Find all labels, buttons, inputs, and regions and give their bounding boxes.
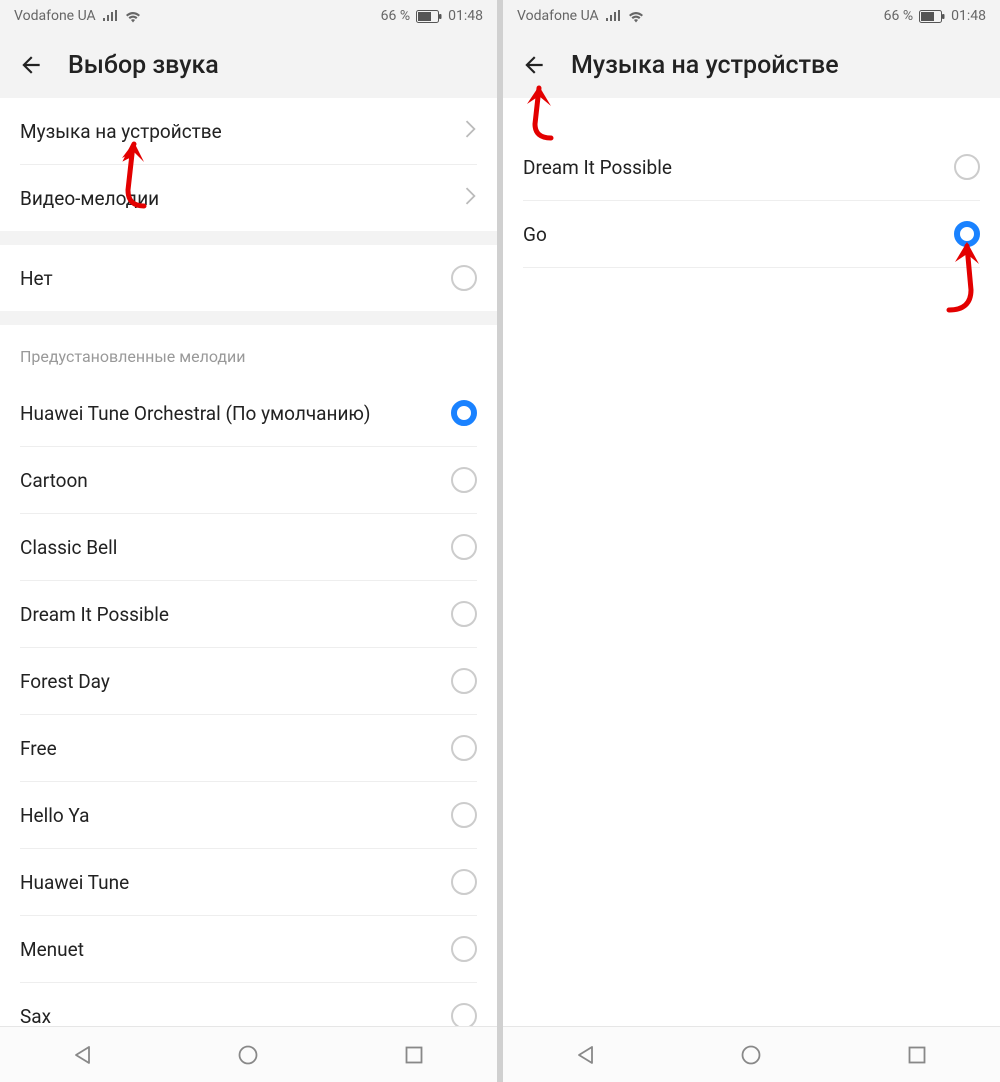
signal-icon: [605, 10, 621, 22]
ringtone-option[interactable]: Menuet: [0, 916, 497, 982]
song-option[interactable]: Go: [503, 201, 1000, 267]
android-nav-bar: [0, 1026, 497, 1082]
battery-icon: [919, 10, 945, 23]
back-button[interactable]: [18, 51, 46, 79]
nav-recent-button[interactable]: [904, 1042, 930, 1068]
ringtone-option[interactable]: Forest Day: [0, 648, 497, 714]
row-label: Dream It Possible: [20, 603, 169, 626]
section-gap: [0, 311, 497, 325]
nav-music-on-device[interactable]: Музыка на устройстве: [0, 98, 497, 164]
page-title: Выбор звука: [68, 51, 219, 80]
row-label: Dream It Possible: [523, 156, 672, 179]
page-title: Музыка на устройстве: [571, 51, 839, 80]
nav-home-button[interactable]: [235, 1042, 261, 1068]
ringtone-option[interactable]: Huawei Tune: [0, 849, 497, 915]
row-label: Cartoon: [20, 469, 88, 492]
radio-checked-icon: [451, 400, 477, 426]
radio-unchecked-icon: [451, 534, 477, 560]
content: Музыка на устройстве Видео-мелодии Нет П…: [0, 98, 497, 1026]
carrier-label: Vodafone UA: [517, 8, 599, 24]
status-bar: Vodafone UA 66 % 01:48: [0, 0, 497, 32]
nav-video-melodies[interactable]: Видео-мелодии: [0, 165, 497, 231]
chevron-right-icon: [465, 119, 477, 144]
radio-unchecked-icon: [451, 601, 477, 627]
chevron-right-icon: [465, 186, 477, 211]
radio-unchecked-icon: [451, 265, 477, 291]
nav-home-button[interactable]: [738, 1042, 764, 1068]
row-label: Hello Ya: [20, 804, 90, 827]
battery-pct: 66 %: [884, 8, 913, 24]
status-bar: Vodafone UA 66 % 01:48: [503, 0, 1000, 32]
radio-unchecked-icon: [451, 869, 477, 895]
row-label: Музыка на устройстве: [20, 120, 222, 143]
carrier-label: Vodafone UA: [14, 8, 96, 24]
nav-recent-button[interactable]: [401, 1042, 427, 1068]
ringtone-option[interactable]: Classic Bell: [0, 514, 497, 580]
row-label: Forest Day: [20, 670, 110, 693]
wifi-icon: [124, 10, 142, 23]
none-option[interactable]: Нет: [0, 245, 497, 311]
radio-unchecked-icon: [451, 467, 477, 493]
signal-icon: [102, 10, 118, 22]
back-button[interactable]: [521, 51, 549, 79]
song-option[interactable]: Dream It Possible: [503, 134, 1000, 200]
battery-icon: [416, 10, 442, 23]
row-label: Classic Bell: [20, 536, 117, 559]
nav-back-button[interactable]: [573, 1042, 599, 1068]
radio-unchecked-icon: [451, 1003, 477, 1026]
row-label: Видео-мелодии: [20, 187, 159, 210]
divider: [523, 267, 980, 268]
nav-back-button[interactable]: [70, 1042, 96, 1068]
ringtone-option[interactable]: Dream It Possible: [0, 581, 497, 647]
header: Музыка на устройстве: [503, 32, 1000, 98]
row-label: Huawei Tune Orchestral (По умолчанию): [20, 402, 371, 425]
wifi-icon: [627, 10, 645, 23]
ringtone-option[interactable]: Huawei Tune Orchestral (По умолчанию): [0, 380, 497, 446]
ringtone-option[interactable]: Sax: [0, 983, 497, 1026]
header: Выбор звука: [0, 32, 497, 98]
section-header: Предустановленные мелодии: [0, 325, 497, 380]
radio-unchecked-icon: [451, 668, 477, 694]
row-label: Go: [523, 223, 547, 246]
radio-unchecked-icon: [451, 936, 477, 962]
radio-unchecked-icon: [954, 154, 980, 180]
ringtone-option[interactable]: Cartoon: [0, 447, 497, 513]
radio-unchecked-icon: [451, 802, 477, 828]
row-label: Нет: [20, 267, 53, 290]
android-nav-bar: [503, 1026, 1000, 1082]
row-label: Menuet: [20, 938, 84, 961]
status-time: 01:48: [448, 8, 483, 24]
radio-unchecked-icon: [451, 735, 477, 761]
ringtone-option[interactable]: Free: [0, 715, 497, 781]
battery-pct: 66 %: [381, 8, 410, 24]
phone-left: Vodafone UA 66 % 01:48 Выбор звука Музык…: [0, 0, 497, 1082]
content: Dream It Possible Go: [503, 98, 1000, 1026]
phone-right: Vodafone UA 66 % 01:48 Музыка на устройс…: [503, 0, 1000, 1082]
row-label: Free: [20, 737, 57, 760]
ringtone-option[interactable]: Hello Ya: [0, 782, 497, 848]
row-label: Sax: [20, 1005, 51, 1027]
status-time: 01:48: [951, 8, 986, 24]
radio-checked-icon: [954, 221, 980, 247]
row-label: Huawei Tune: [20, 871, 129, 894]
section-gap: [0, 231, 497, 245]
